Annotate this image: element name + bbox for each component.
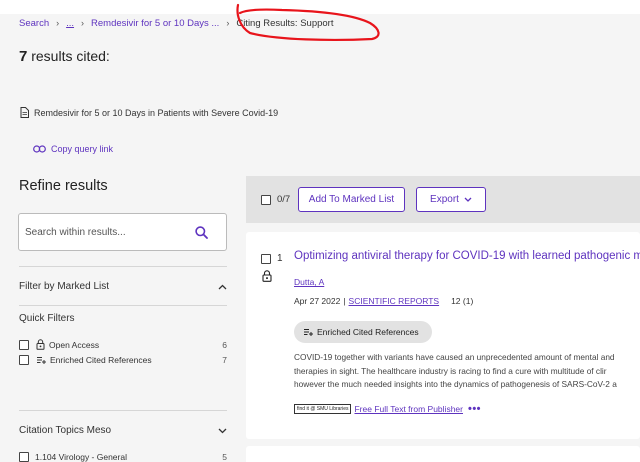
red-annotation-circle [236, 3, 380, 41]
abstract-line: COVID-19 together with variants have cau… [294, 352, 615, 362]
record-number: 1 [277, 253, 283, 264]
more-options-icon[interactable]: ••• [468, 403, 481, 415]
quick-filter-label: Open Access [49, 339, 100, 350]
chevron-down-icon [464, 197, 472, 202]
library-logo[interactable]: find it @ SMU Libraries [294, 404, 352, 414]
record-meta: Apr 27 2022 | SCIENTIFIC REPORTS 12 (1) [294, 296, 473, 306]
breadcrumb-record[interactable]: Remdesivir for 5 or 10 Days ... [91, 18, 219, 29]
divider [19, 266, 227, 267]
query-description: Remdesivir for 5 or 10 Days in Patients … [20, 107, 278, 118]
abstract-line: however the much needed insights into th… [294, 379, 617, 389]
refine-results-heading: Refine results [19, 178, 108, 194]
results-label: results cited: [31, 48, 110, 64]
copy-query-link[interactable]: Copy query link [33, 144, 113, 154]
free-full-text-link[interactable]: Free Full Text from Publisher [354, 404, 463, 414]
search-within-input[interactable] [25, 223, 185, 241]
export-label: Export [430, 194, 459, 205]
record-volume: 12 (1) [451, 296, 474, 306]
abstract-line: therapies in sight. The healthcare indus… [294, 365, 607, 376]
filter-marked-list-label: Filter by Marked List [19, 281, 110, 292]
enriched-references-badge[interactable]: Enriched Cited References [294, 321, 432, 343]
enriched-references-label: Enriched Cited References [317, 327, 419, 337]
divider [19, 305, 227, 306]
lock-icon [262, 269, 272, 287]
quick-filter-count: 7 [222, 355, 227, 365]
record-abstract: COVID-19 together with variants have cau… [294, 351, 640, 392]
results-number: 7 [19, 48, 28, 65]
copy-query-link-label: Copy query link [51, 144, 114, 154]
search-icon[interactable] [195, 226, 208, 239]
filter-marked-list-header[interactable]: Filter by Marked List [19, 281, 227, 292]
divider [19, 410, 227, 411]
breadcrumb-ellipsis[interactable]: ... [66, 18, 74, 29]
chevron-down-icon[interactable] [218, 428, 227, 434]
search-within-box [18, 213, 227, 251]
record-title[interactable]: Optimizing antiviral therapy for COVID-1… [294, 250, 640, 262]
chevron-up-icon[interactable] [218, 284, 227, 290]
record-links: find it @ SMU Libraries Free Full Text f… [294, 403, 481, 415]
document-icon [20, 107, 29, 118]
results-count: 7 results cited: [19, 48, 110, 65]
chevron-right-icon: › [81, 18, 85, 28]
record-card: 1 Optimizing antiviral therapy for COVID… [246, 232, 640, 439]
query-text: Remdesivir for 5 or 10 Days in Patients … [34, 107, 279, 118]
quick-filter-open-access[interactable]: Open Access 6 [19, 339, 227, 350]
open-access-checkbox[interactable] [19, 339, 29, 350]
add-to-marked-list-button[interactable]: Add To Marked List [298, 187, 405, 212]
results-toolbar: 0/7 Add To Marked List Export [246, 176, 640, 223]
enriched-checkbox[interactable] [19, 355, 29, 365]
citation-topic-item[interactable]: 1.104 Virology - General 5 [19, 452, 227, 462]
citation-topics-label: Citation Topics Meso [19, 425, 112, 436]
enriched-references-icon [303, 327, 313, 337]
citation-topic-count: 5 [222, 452, 227, 462]
quick-filter-label: Enriched Cited References [50, 355, 152, 365]
chevron-right-icon: › [226, 18, 230, 28]
citation-topic-label: 1.104 Virology - General [35, 452, 127, 462]
record-author[interactable]: Dutta, A [294, 277, 324, 287]
chevron-right-icon: › [56, 18, 60, 28]
link-icon [33, 145, 46, 153]
quick-filter-enriched[interactable]: Enriched Cited References 7 [19, 355, 227, 365]
breadcrumb-search[interactable]: Search [19, 18, 49, 29]
lock-icon [36, 339, 45, 350]
citation-topics-header[interactable]: Citation Topics Meso [19, 425, 227, 436]
enriched-references-icon [36, 355, 46, 365]
select-all-checkbox[interactable] [261, 195, 271, 205]
export-button[interactable]: Export [416, 187, 486, 212]
meta-separator: | [343, 296, 346, 306]
record-checkbox[interactable] [261, 254, 271, 264]
selected-count: 0/7 [277, 194, 291, 205]
quick-filters-heading: Quick Filters [19, 313, 75, 324]
record-journal[interactable]: SCIENTIFIC REPORTS [349, 296, 440, 306]
next-record-card [246, 446, 640, 462]
record-date: Apr 27 2022 [294, 296, 341, 306]
citation-topic-checkbox[interactable] [19, 452, 29, 462]
quick-filter-count: 6 [222, 339, 227, 350]
